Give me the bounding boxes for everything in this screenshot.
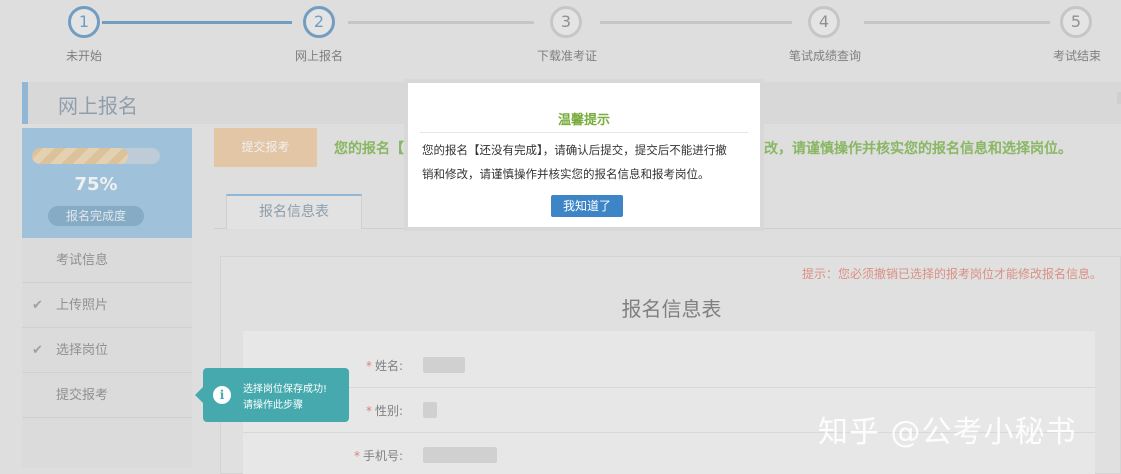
stepper-line-2 [348, 21, 534, 24]
sidebar-item-label: 提交报考 [56, 388, 109, 403]
field-label-phone: * 手机号: [353, 449, 403, 463]
field-label-name: * 姓名: [365, 359, 403, 373]
sidebar-item-submit[interactable]: 提交报考 [22, 373, 192, 418]
sidebar-item-label: 选择岗位 [56, 343, 109, 358]
save-success-tooltip: i 选择岗位保存成功! 请操作此步骤 [195, 368, 349, 422]
sidebar: 75% 报名完成度 考试信息 ✔ 上传照片 ✔ 选择岗位 提交报考 [22, 128, 192, 468]
submit-application-button[interactable]: 提交报考 [214, 128, 317, 167]
section-title: 网上报名 [58, 94, 138, 118]
field-label-gender: * 性别: [365, 404, 403, 418]
reminder-dialog: 温馨提示 您的报名【还没有完成】，请确认后提交，提交后不能进行撤 销和修改，请谨… [404, 79, 764, 231]
sidebar-item-label: 考试信息 [56, 253, 109, 268]
stepper-line-3 [600, 21, 792, 24]
sidebar-item-select-position[interactable]: ✔ 选择岗位 [22, 328, 192, 373]
submit-warning-text-end: 改，请谨慎操作并核实您的报名信息和选择岗位。 [764, 141, 1072, 157]
tooltip-line-2: 请操作此步骤 [243, 400, 303, 411]
sidebar-item-upload-photo[interactable]: ✔ 上传照片 [22, 283, 192, 328]
dialog-divider [420, 132, 748, 133]
field-value-name [423, 357, 465, 373]
step-label-5: 考试结束 [1052, 49, 1102, 63]
step-circle-2: 2 [303, 6, 335, 38]
sidebar-item-exam-info[interactable]: 考试信息 [22, 238, 192, 283]
form-title: 报名信息表 [621, 297, 722, 321]
step-label-3: 下载准考证 [536, 49, 598, 63]
form-hint: 提示：您必须撤销已选择的报考岗位才能修改报名信息。 [801, 267, 1102, 281]
step-circle-5: 5 [1060, 6, 1092, 38]
submit-warning-text: 您的报名【 [334, 141, 404, 157]
completion-progress-bar [32, 148, 160, 164]
info-icon: i [213, 386, 231, 404]
dialog-message-line-2: 销和修改，请谨慎操作并核实您的报名信息和报考岗位。 [422, 167, 710, 181]
field-value-gender [423, 402, 437, 418]
sidebar-item-label: 上传照片 [56, 298, 109, 313]
form-fields: * 姓名: * 性别: * 手机号: [243, 331, 1095, 474]
step-circle-3: 3 [550, 6, 582, 38]
tooltip-line-1: 选择岗位保存成功! [243, 384, 328, 395]
form-row-name: * 姓名: [243, 343, 1095, 388]
completion-caption: 报名完成度 [48, 206, 144, 226]
watermark: 知乎 @公考小秘书 [818, 415, 1077, 450]
completion-percent: 75% [74, 174, 118, 195]
tab-registration-form[interactable]: 报名信息表 [226, 194, 362, 229]
completion-progress-fill [32, 148, 128, 164]
step-label-2: 网上报名 [294, 49, 344, 63]
field-value-phone [423, 447, 497, 463]
step-label-1: 未开始 [65, 49, 103, 63]
check-icon: ✔ [32, 343, 43, 358]
dialog-title: 温馨提示 [557, 113, 610, 128]
step-circle-1: 1 [68, 6, 100, 38]
stepper-line-1 [102, 21, 292, 24]
dialog-message: 您的报名【还没有完成】，请确认后提交，提交后不能进行撤 销和修改，请谨慎操作并核… [422, 138, 748, 186]
step-label-4: 笔试成绩查询 [788, 49, 862, 63]
scrollbar-thumb[interactable] [1117, 92, 1121, 104]
step-circle-4: 4 [808, 6, 840, 38]
completion-panel: 75% 报名完成度 [22, 128, 192, 238]
progress-stepper: 1 2 3 4 5 未开始 网上报名 下载准考证 笔试成绩查询 考试结束 [0, 0, 1121, 76]
dialog-ok-button[interactable]: 我知道了 [551, 195, 623, 217]
dialog-message-line-1: 您的报名【还没有完成】，请确认后提交，提交后不能进行撤 [422, 143, 727, 157]
stepper-line-4 [864, 21, 1050, 24]
check-icon: ✔ [32, 298, 43, 313]
